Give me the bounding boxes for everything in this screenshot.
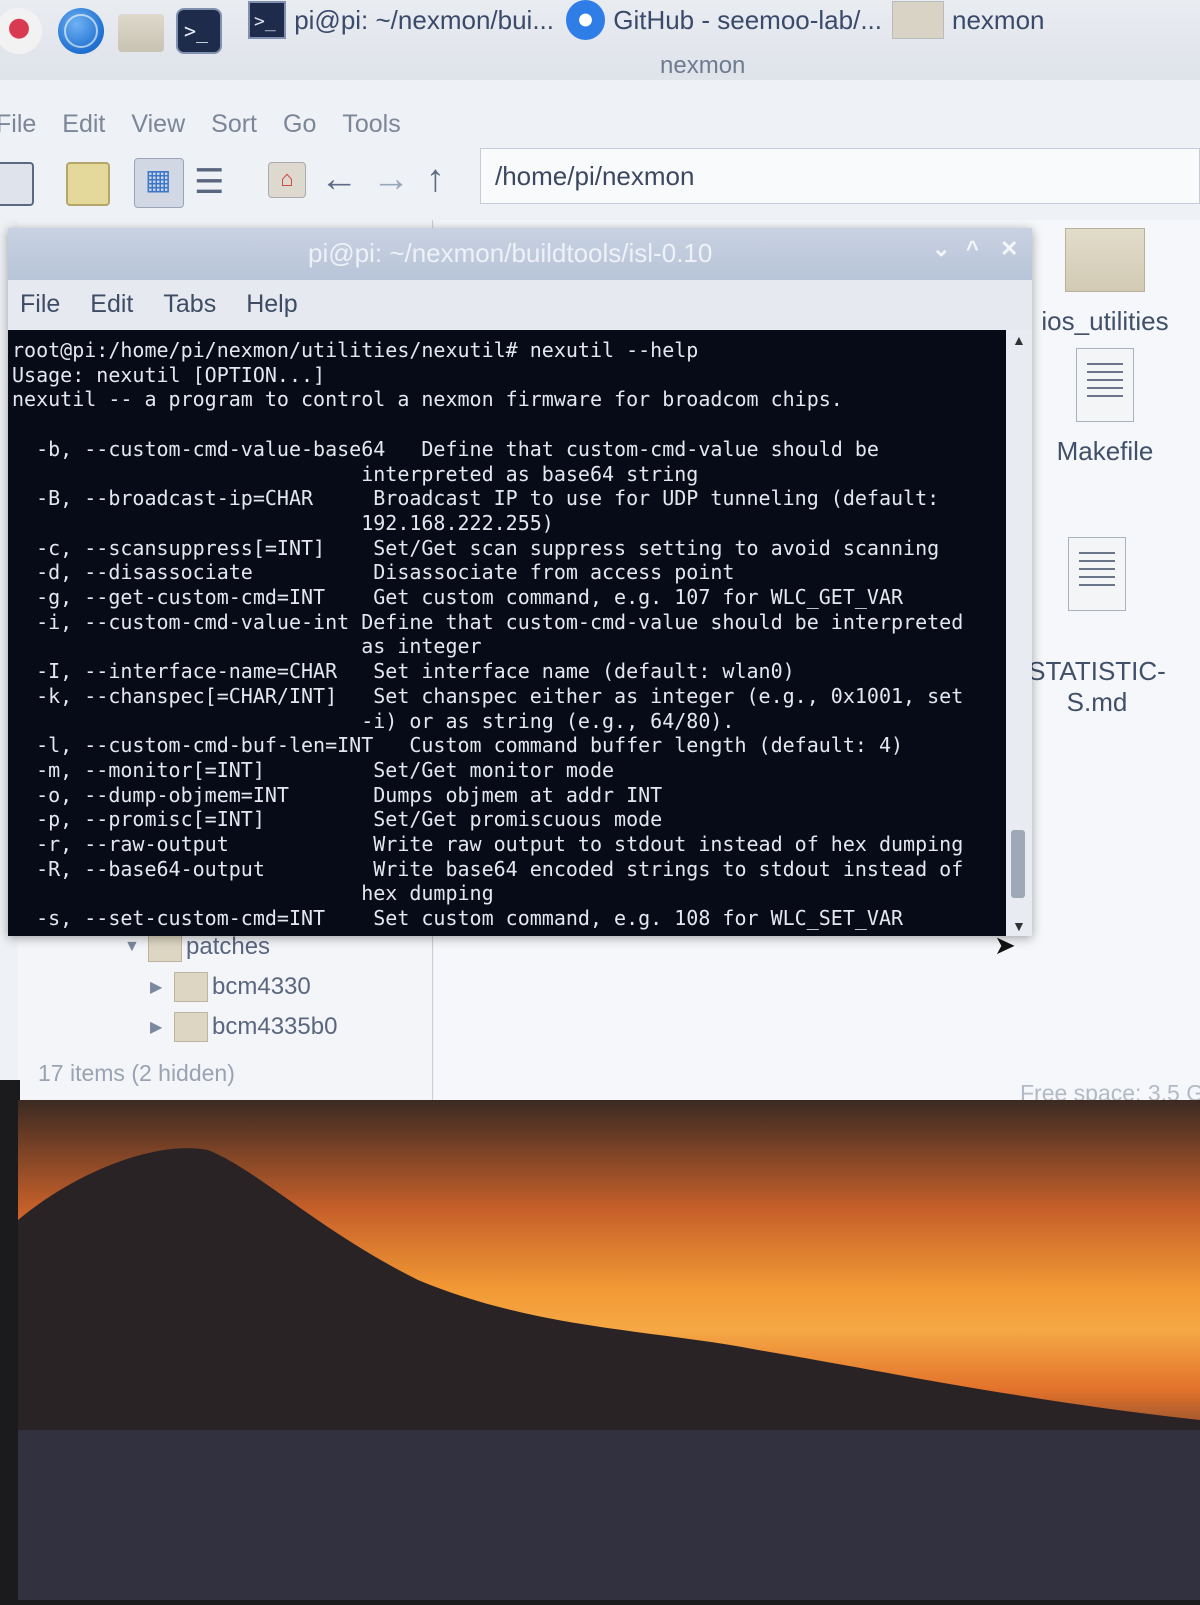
- terminal-line: -i, --custom-cmd-value-int Define that c…: [12, 609, 964, 634]
- tree-label: patches: [186, 933, 271, 960]
- folder-icon: [1065, 228, 1145, 292]
- menu-edit[interactable]: Edit: [90, 290, 133, 319]
- chrome-icon: [566, 0, 606, 40]
- chevron-down-icon[interactable]: ▼: [124, 938, 148, 956]
- terminal-icon[interactable]: >_: [176, 8, 222, 54]
- task-label: GitHub - seemoo-lab/...: [613, 4, 882, 35]
- file-name: STATISTIC- S.md: [1028, 656, 1166, 717]
- terminal-line: -s, --set-custom-cmd=INT Set custom comm…: [12, 906, 904, 931]
- maximize-icon[interactable]: ^: [966, 236, 979, 262]
- menu-file[interactable]: File: [20, 290, 60, 319]
- terminal-line: interpreted as base64 string: [12, 461, 699, 486]
- menu-view[interactable]: View: [131, 110, 185, 139]
- terminal-line: nexutil -- a program to control a nexmon…: [12, 387, 843, 412]
- desktop-wallpaper: [18, 1100, 1200, 1600]
- chevron-right-icon[interactable]: ▶: [150, 1017, 174, 1037]
- chevron-right-icon[interactable]: ▶: [150, 977, 174, 997]
- terminal-line: -c, --scansuppress[=INT] Set/Get scan su…: [12, 535, 940, 560]
- close-icon[interactable]: ✕: [1000, 236, 1018, 262]
- scroll-up-icon[interactable]: ▲: [1012, 332, 1026, 348]
- window-title: nexmon: [660, 52, 746, 79]
- terminal-line: -I, --interface-name=CHAR Set interface …: [12, 659, 795, 684]
- file-item[interactable]: ios_utilities: [1030, 228, 1180, 337]
- terminal-line: Usage: nexutil [OPTION...]: [12, 362, 326, 387]
- tree-label: bcm4330: [212, 973, 311, 1000]
- tree-label: bcm4335b0: [212, 1013, 338, 1040]
- terminal-line: -b, --custom-cmd-value-base64 Define tha…: [12, 436, 879, 461]
- folder-icon: [174, 972, 208, 1002]
- minimize-icon[interactable]: ⌄: [932, 236, 950, 262]
- folder-icon: [892, 1, 944, 39]
- task-browser[interactable]: GitHub - seemoo-lab/...: [566, 0, 882, 40]
- document-icon: [1068, 537, 1126, 611]
- terminal-line: -R, --base64-output Write base64 encoded…: [12, 856, 964, 881]
- folder-icon[interactable]: [118, 14, 164, 52]
- terminal-line: as integer: [12, 634, 482, 659]
- menu-help[interactable]: Help: [246, 290, 297, 319]
- menu-edit[interactable]: Edit: [62, 110, 105, 139]
- terminal-scrollbar[interactable]: ▲ ▼: [1006, 330, 1032, 936]
- menu-file[interactable]: File: [0, 110, 36, 139]
- file-item[interactable]: Makefile: [1030, 348, 1180, 467]
- task-label: nexmon: [952, 4, 1045, 35]
- menu-go[interactable]: Go: [283, 110, 316, 139]
- mountain-silhouette: [18, 1148, 1200, 1600]
- terminal-line: -p, --promisc[=INT] Set/Get promiscuous …: [12, 807, 663, 832]
- file-name: ios_utilities: [1041, 306, 1169, 336]
- document-icon: [1076, 348, 1134, 422]
- terminal-line: 192.168.222.255): [12, 510, 554, 535]
- terminal-line: -i) or as string (e.g., 64/80).: [12, 708, 735, 733]
- terminal-line: -k, --chanspec[=CHAR/INT] Set chanspec e…: [12, 683, 964, 708]
- terminal-output[interactable]: root@pi:/home/pi/nexmon/utilities/nexuti…: [8, 330, 1006, 936]
- terminal-line: root@pi:/home/pi/nexmon/utilities/nexuti…: [12, 338, 699, 362]
- path-field[interactable]: /home/pi/nexmon: [480, 148, 1200, 204]
- terminal-window: pi@pi: ~/nexmon/buildtools/isl-0.10 ⌄ ^ …: [8, 228, 1032, 936]
- taskbar: >_ >_ pi@pi: ~/nexmon/bui... GitHub - se…: [0, 0, 1200, 80]
- terminal-line: -r, --raw-output Write raw output to std…: [12, 832, 964, 857]
- terminal-line: -B, --broadcast-ip=CHAR Broadcast IP to …: [12, 486, 940, 511]
- task-file-manager[interactable]: nexmon: [892, 0, 1152, 40]
- new-folder-icon[interactable]: [66, 162, 110, 206]
- status-item-count: 17 items (2 hidden): [38, 1060, 235, 1086]
- file-name: Makefile: [1056, 436, 1154, 466]
- list-view-icon[interactable]: ☰: [194, 162, 234, 202]
- tree-item-bcm4335b0[interactable]: ▶ bcm4335b0: [150, 1012, 337, 1042]
- menu-tabs[interactable]: Tabs: [163, 290, 216, 319]
- scroll-thumb[interactable]: [1011, 830, 1025, 898]
- menu-bar: File Edit View Sort Go Tools: [0, 110, 401, 139]
- terminal-line: -o, --dump-objmem=INT Dumps objmem at ad…: [12, 782, 663, 807]
- tree-item-bcm4330[interactable]: ▶ bcm4330: [150, 972, 311, 1002]
- home-icon[interactable]: ⌂: [268, 162, 306, 198]
- forward-arrow-icon[interactable]: →: [372, 158, 410, 201]
- monitor-bezel: [0, 1080, 20, 1600]
- terminal-titlebar[interactable]: pi@pi: ~/nexmon/buildtools/isl-0.10 ⌄ ^ …: [8, 228, 1032, 280]
- terminal-icon: >_: [248, 1, 287, 39]
- raspberry-icon[interactable]: [0, 8, 42, 54]
- file-item[interactable]: STATISTIC- S.md: [1022, 506, 1172, 749]
- terminal-line: -m, --monitor[=INT] Set/Get monitor mode: [12, 757, 615, 782]
- folder-icon: [148, 932, 182, 962]
- up-arrow-icon[interactable]: ↑: [426, 158, 445, 201]
- terminal-menu: File Edit Tabs Help: [20, 290, 298, 319]
- task-label: pi@pi: ~/nexmon/bui...: [294, 4, 554, 35]
- terminal-title: pi@pi: ~/nexmon/buildtools/isl-0.10: [308, 238, 713, 268]
- new-window-icon[interactable]: [0, 162, 34, 206]
- task-terminal[interactable]: >_ pi@pi: ~/nexmon/bui...: [248, 0, 554, 40]
- menu-tools[interactable]: Tools: [342, 110, 400, 139]
- back-arrow-icon[interactable]: ←: [320, 158, 358, 201]
- icon-view-icon[interactable]: [134, 158, 184, 208]
- terminal-line: -l, --custom-cmd-buf-len=INT Custom comm…: [12, 733, 904, 758]
- terminal-line: -d, --disassociate Disassociate from acc…: [12, 560, 735, 585]
- menu-sort[interactable]: Sort: [211, 110, 257, 139]
- globe-icon[interactable]: [58, 8, 104, 54]
- folder-icon: [174, 1012, 208, 1042]
- tree-item-patches[interactable]: ▼ patches: [124, 932, 270, 962]
- terminal-line: hex dumping: [12, 881, 494, 906]
- terminal-line: -g, --get-custom-cmd=INT Get custom comm…: [12, 585, 904, 610]
- mouse-pointer-icon: ➤: [994, 930, 1016, 960]
